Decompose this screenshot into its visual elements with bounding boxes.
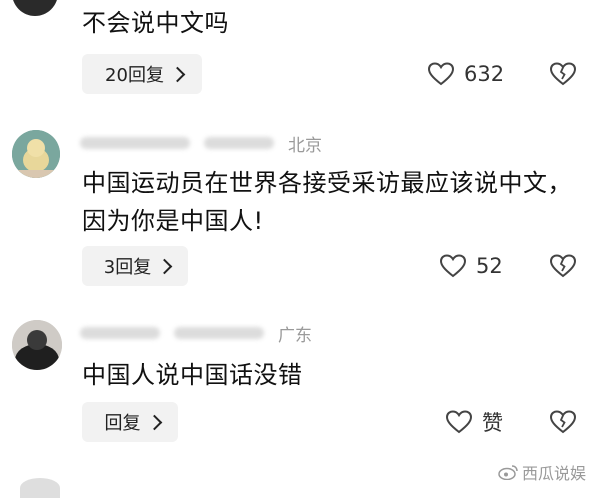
avatar[interactable]: [12, 320, 62, 370]
comment-text: 不会说中文吗: [82, 4, 576, 42]
avatar[interactable]: [12, 130, 60, 178]
reply-button[interactable]: 3回复: [82, 246, 188, 286]
dislike-button[interactable]: [548, 246, 578, 286]
like-count: 52: [476, 254, 503, 278]
comment-text: 中国运动员在世界各接受采访最应该说中文，因为你是中国人!: [82, 164, 576, 240]
heart-icon: [428, 62, 454, 86]
chevron-right-icon: [170, 67, 186, 83]
avatar-image: [12, 320, 62, 370]
like-button[interactable]: 52: [440, 246, 503, 286]
chevron-right-icon: [146, 415, 162, 431]
comment-text: 中国人说中国话没错: [82, 356, 576, 394]
like-button[interactable]: 632: [428, 54, 504, 94]
user-badge: [174, 327, 264, 339]
comment-meta: 北京: [80, 132, 322, 154]
comment-3: 广东 中国人说中国话没错 回复 赞: [0, 310, 600, 450]
broken-heart-icon: [550, 254, 576, 278]
avatar-image: [12, 130, 60, 178]
location-label: 北京: [288, 131, 322, 156]
dislike-button[interactable]: [548, 54, 578, 94]
comment-2: 北京 中国运动员在世界各接受采访最应该说中文，因为你是中国人! 3回复 52: [0, 120, 600, 300]
comment-meta: 广东: [80, 322, 312, 344]
watermark: 西瓜说娱: [498, 460, 586, 484]
username[interactable]: [80, 137, 190, 149]
reply-label: 回复: [105, 409, 141, 435]
dislike-button[interactable]: [548, 402, 578, 442]
heart-icon: [446, 410, 472, 434]
location-label: 广东: [278, 321, 312, 346]
chevron-right-icon: [157, 259, 173, 275]
weibo-logo-icon: [498, 464, 518, 480]
reply-button[interactable]: 回复: [82, 402, 178, 442]
like-count: 632: [464, 62, 504, 86]
avatar[interactable]: [12, 0, 58, 16]
watermark-text: 西瓜说娱: [522, 460, 586, 484]
avatar[interactable]: [20, 478, 60, 498]
heart-icon: [440, 254, 466, 278]
user-badge: [204, 137, 274, 149]
reply-button[interactable]: 20回复: [82, 54, 202, 94]
broken-heart-icon: [550, 62, 576, 86]
comment-1: 不会说中文吗 20回复 632: [0, 0, 600, 110]
broken-heart-icon: [550, 410, 576, 434]
like-label: 赞: [482, 407, 503, 437]
reply-label: 20回复: [105, 61, 164, 87]
username[interactable]: [80, 327, 160, 339]
like-button[interactable]: 赞: [446, 402, 503, 442]
reply-label: 3回复: [104, 253, 151, 279]
